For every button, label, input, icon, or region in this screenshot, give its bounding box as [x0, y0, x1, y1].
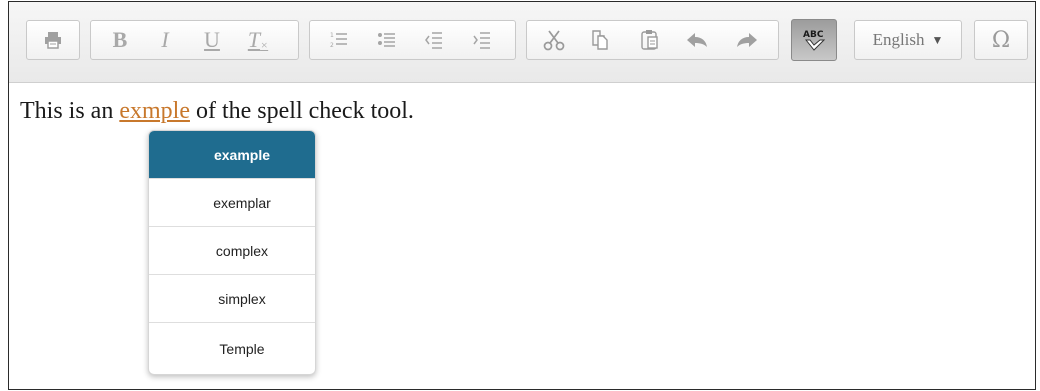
italic-button[interactable]: I: [148, 21, 182, 59]
suggestion-item[interactable]: simplex: [149, 275, 315, 323]
suggestion-item[interactable]: exemplar: [149, 179, 315, 227]
bulleted-list-button[interactable]: [370, 21, 404, 59]
print-group: [26, 20, 80, 60]
remove-format-x-icon: ×: [260, 37, 269, 52]
special-char-group: Ω: [974, 20, 1028, 60]
copy-icon: [592, 30, 608, 50]
outdent-icon: [425, 32, 442, 49]
language-select[interactable]: English ▼: [854, 20, 962, 60]
redo-button[interactable]: [730, 21, 764, 59]
cut-button[interactable]: [537, 21, 571, 59]
redo-icon: [737, 33, 757, 47]
print-button[interactable]: [36, 21, 70, 59]
special-character-button[interactable]: Ω: [984, 21, 1018, 59]
paste-icon: [641, 30, 658, 50]
misspelled-word[interactable]: exmple: [119, 98, 190, 124]
scissors-icon: [543, 30, 565, 51]
indent-button[interactable]: [465, 21, 499, 59]
text-before: This is an: [20, 98, 120, 124]
suggestion-item[interactable]: example: [149, 131, 315, 179]
language-value: English: [872, 30, 925, 49]
bold-button[interactable]: B: [103, 21, 137, 59]
dropdown-arrow-icon: ▼: [931, 32, 944, 47]
editor-toolbar: B I U T × 1 2 ABC English ▼ Ω: [9, 2, 1035, 83]
suggestion-item[interactable]: complex: [149, 227, 315, 275]
spellcheck-label: ABC: [803, 30, 824, 40]
spell-suggestion-menu: example exemplar complex simplex Temple: [148, 130, 316, 375]
numbered-list-button[interactable]: 1 2: [322, 21, 356, 59]
svg-text:1: 1: [330, 32, 334, 39]
copy-button[interactable]: [583, 21, 617, 59]
print-icon: [45, 32, 61, 49]
bold-label: B: [112, 27, 128, 52]
spellcheck-button[interactable]: ABC: [791, 19, 837, 61]
remove-format-button[interactable]: T ×: [241, 21, 275, 59]
rich-text-editor: B I U T × 1 2 ABC English ▼ Ω This is an…: [8, 1, 1036, 390]
indent-icon: [473, 32, 490, 49]
svg-text:2: 2: [330, 42, 334, 49]
text-after: of the spell check tool.: [189, 98, 414, 124]
underline-label: U: [204, 27, 220, 52]
outdent-button[interactable]: [417, 21, 451, 59]
list-group: 1 2: [309, 20, 516, 60]
italic-label: I: [161, 27, 169, 52]
format-group: B I U T ×: [90, 20, 299, 60]
bulleted-list-icon: [378, 33, 395, 47]
numbered-list-icon: 1 2: [330, 32, 347, 49]
underline-button[interactable]: U: [195, 21, 229, 59]
paste-button[interactable]: [633, 21, 667, 59]
spellcheck-icon: ABC: [803, 30, 826, 51]
clipboard-group: [526, 20, 779, 60]
omega-icon: Ω: [991, 27, 1011, 53]
undo-icon: [687, 33, 707, 47]
suggestion-item[interactable]: Temple: [149, 323, 315, 374]
remove-format-label: T: [247, 27, 261, 52]
undo-button[interactable]: [680, 21, 714, 59]
editor-content[interactable]: This is an exmple of the spell check too…: [20, 98, 414, 125]
